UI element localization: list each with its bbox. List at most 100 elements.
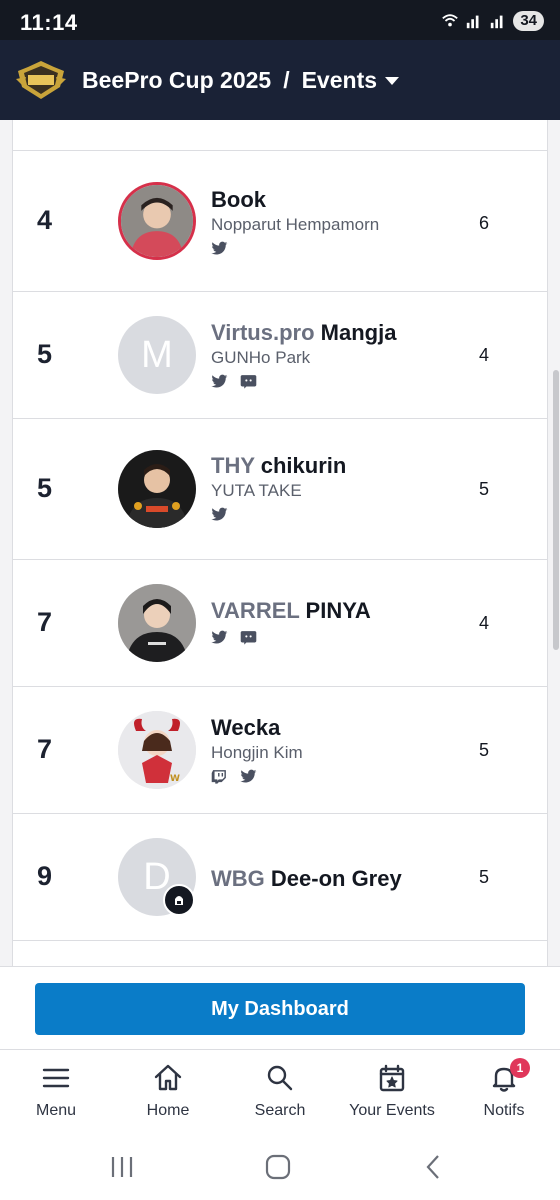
player-count: 4 bbox=[479, 345, 490, 365]
my-dashboard-button[interactable]: My Dashboard bbox=[35, 983, 525, 1035]
player-name[interactable]: THY chikurin bbox=[211, 453, 346, 479]
player-count: 5 bbox=[479, 867, 490, 887]
home-icon bbox=[154, 1064, 182, 1091]
status-time: 11:14 bbox=[20, 10, 78, 35]
team-tag: Virtus.pro bbox=[211, 320, 315, 345]
player-photo bbox=[118, 584, 196, 662]
player-real-name: Nopparut Hempamorn bbox=[211, 215, 380, 234]
recent-apps-icon[interactable] bbox=[108, 1153, 136, 1181]
nav-menu-label: Menu bbox=[35, 1102, 77, 1119]
player-avatar[interactable] bbox=[118, 450, 196, 528]
badge-icon bbox=[175, 896, 183, 905]
discord-icon[interactable] bbox=[240, 374, 257, 389]
scrollbar[interactable] bbox=[553, 370, 559, 650]
twitch-icon[interactable] bbox=[211, 769, 228, 784]
twitter-icon[interactable] bbox=[211, 374, 228, 389]
menu-icon bbox=[42, 1068, 70, 1088]
nav-menu[interactable]: Menu bbox=[0, 1050, 112, 1138]
player-avatar[interactable]: M bbox=[118, 316, 196, 394]
battery-indicator: 34 bbox=[513, 11, 544, 31]
nav-search[interactable]: Search bbox=[224, 1050, 336, 1138]
system-nav-bar bbox=[0, 1138, 560, 1200]
twitter-icon[interactable] bbox=[211, 630, 228, 645]
player-real-name: GUNHo Park bbox=[211, 348, 311, 367]
bottom-nav: Menu Home Search Your Events 1 Notifs bbox=[0, 1050, 560, 1138]
standings-panel: 4 Book Nopparut Hempamorn 6 5 M Virtus.p… bbox=[12, 120, 548, 966]
player-name[interactable]: Wecka bbox=[211, 715, 280, 741]
social-links bbox=[211, 374, 257, 389]
player-real-name: YUTA TAKE bbox=[211, 481, 302, 500]
nav-your-events-label: Your Events bbox=[349, 1102, 435, 1119]
wifi-icon bbox=[442, 14, 459, 27]
discord-icon[interactable] bbox=[240, 630, 257, 645]
signal-icon bbox=[467, 15, 479, 29]
app-header: BeePro Cup 2025 / Events bbox=[0, 40, 560, 120]
social-links bbox=[211, 507, 228, 522]
team-tag: VARREL bbox=[211, 598, 300, 623]
avatar-initial: M bbox=[141, 333, 173, 376]
player-count: 5 bbox=[479, 740, 490, 760]
chevron-down-icon[interactable] bbox=[385, 77, 400, 85]
player-avatar[interactable] bbox=[118, 182, 196, 260]
player-count: 4 bbox=[479, 613, 490, 633]
twitter-icon[interactable] bbox=[211, 507, 228, 522]
standings-list[interactable]: 4 Book Nopparut Hempamorn 6 5 M Virtus.p… bbox=[0, 120, 560, 966]
beepro-logo[interactable] bbox=[14, 57, 68, 103]
verified-badge bbox=[163, 884, 195, 916]
nav-search-label: Search bbox=[254, 1102, 306, 1119]
nav-home[interactable]: Home bbox=[112, 1050, 224, 1138]
player-avatar[interactable]: W bbox=[118, 711, 196, 789]
team-tag: WBG bbox=[211, 866, 265, 891]
player-row[interactable]: 4 Book Nopparut Hempamorn 6 bbox=[13, 150, 547, 291]
search-icon bbox=[267, 1065, 293, 1091]
player-avatar[interactable] bbox=[118, 584, 196, 662]
player-rank: 4 bbox=[37, 205, 53, 235]
player-photo bbox=[118, 450, 196, 528]
twitter-icon[interactable] bbox=[211, 241, 228, 256]
player-row[interactable]: 5 M Virtus.pro Mangja GUNHo Park 4 bbox=[13, 291, 547, 418]
player-row[interactable]: 7 W Wecka Hongjin Kim 5 bbox=[13, 686, 547, 813]
nav-notifs[interactable]: 1 Notifs bbox=[448, 1050, 560, 1138]
player-count: 6 bbox=[479, 213, 490, 233]
player-rank: 5 bbox=[37, 473, 53, 503]
calendar-star-icon bbox=[379, 1064, 405, 1092]
event-title[interactable]: BeePro Cup 2025 bbox=[82, 67, 271, 94]
home-button-icon[interactable] bbox=[264, 1153, 292, 1181]
twitter-icon[interactable] bbox=[240, 769, 257, 784]
breadcrumb-separator: / bbox=[283, 66, 290, 93]
social-links bbox=[211, 769, 257, 784]
player-illustration: W bbox=[118, 711, 196, 789]
player-rank: 7 bbox=[37, 607, 53, 637]
player-row[interactable]: 9 D WBG Dee-on Grey 5 bbox=[13, 813, 547, 940]
section-dropdown[interactable]: Events bbox=[302, 67, 377, 94]
player-handle: Dee-on Grey bbox=[270, 866, 402, 891]
player-handle: Wecka bbox=[211, 715, 281, 740]
player-photo bbox=[121, 185, 193, 257]
player-row[interactable]: 7 VARREL PINYA 4 bbox=[13, 559, 547, 686]
team-tag: THY bbox=[211, 453, 255, 478]
social-links bbox=[211, 241, 228, 256]
signal-icon-2 bbox=[491, 15, 503, 29]
nav-your-events[interactable]: Your Events bbox=[336, 1050, 448, 1138]
player-rank: 5 bbox=[37, 339, 53, 369]
player-name[interactable]: VARREL PINYA bbox=[211, 598, 371, 624]
player-rank: 9 bbox=[37, 861, 53, 891]
player-name[interactable]: Book bbox=[211, 187, 266, 213]
status-bar: 11:14 34 bbox=[0, 0, 560, 40]
back-icon[interactable] bbox=[420, 1153, 448, 1181]
social-links bbox=[211, 630, 257, 645]
nav-notifs-label: Notifs bbox=[483, 1102, 525, 1119]
player-count: 5 bbox=[479, 479, 490, 499]
player-rank: 7 bbox=[37, 734, 53, 764]
player-row[interactable]: 5 THY chikurin YUTA TAKE 5 bbox=[13, 418, 547, 559]
player-name[interactable]: WBG Dee-on Grey bbox=[211, 866, 402, 892]
player-handle: chikurin bbox=[260, 453, 347, 478]
player-real-name: Hongjin Kim bbox=[211, 743, 303, 762]
svg-text:W: W bbox=[170, 774, 180, 784]
player-name[interactable]: Virtus.pro Mangja bbox=[211, 320, 396, 346]
list-next-row bbox=[13, 940, 547, 966]
player-handle: Mangja bbox=[320, 320, 397, 345]
notification-badge: 1 bbox=[510, 1058, 530, 1078]
nav-home-label: Home bbox=[146, 1102, 190, 1119]
